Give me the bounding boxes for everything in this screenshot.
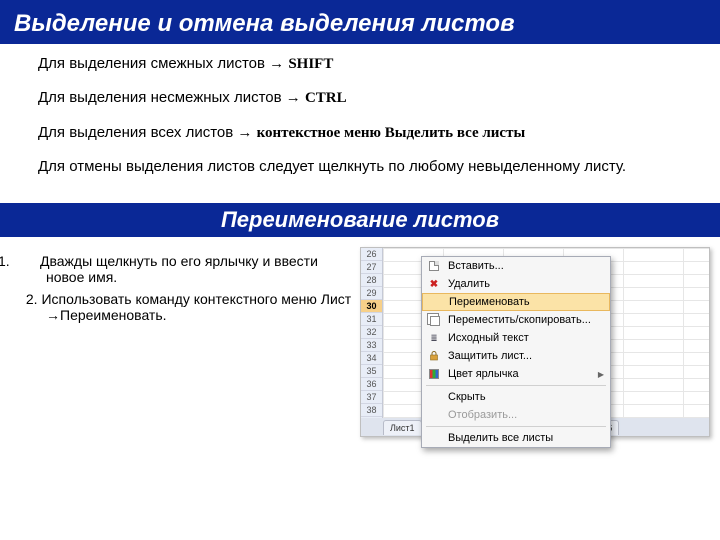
menu-item-label: Удалить bbox=[448, 278, 490, 290]
row-header[interactable]: 38 bbox=[361, 404, 382, 417]
line-all-a: Для выделения всех листов → bbox=[38, 124, 257, 141]
color-icon bbox=[426, 367, 442, 381]
line-ctrl-a: Для выделения несмежных листов → bbox=[38, 89, 305, 106]
line-ctrl: Для выделения несмежных листов → CTRL bbox=[38, 88, 682, 108]
menu-item-label: Выделить все листы bbox=[448, 432, 553, 444]
rename-steps: 1.Дважды щелкнуть по его ярлычку и ввест… bbox=[22, 247, 352, 329]
rename-section: 1.Дважды щелкнуть по его ярлычку и ввест… bbox=[0, 237, 720, 437]
menu-item: Отобразить... bbox=[422, 406, 610, 424]
blank-icon bbox=[426, 431, 442, 445]
menu-separator bbox=[426, 385, 606, 386]
code-icon: ≣ bbox=[426, 331, 442, 345]
line-all: Для выделения всех листов → контекстное … bbox=[38, 123, 682, 143]
menu-separator bbox=[426, 426, 606, 427]
menu-item[interactable]: Выделить все листы bbox=[422, 429, 610, 447]
delete-icon: ✖ bbox=[426, 277, 442, 291]
line-shift-key: SHIFT bbox=[288, 56, 333, 72]
menu-item-label: Скрыть bbox=[448, 391, 486, 403]
menu-item-label: Переименовать bbox=[449, 296, 530, 308]
row-header[interactable]: 34 bbox=[361, 352, 382, 365]
blank-icon bbox=[426, 408, 442, 422]
line-unselect: Для отмены выделения листов следует щелк… bbox=[38, 157, 682, 177]
menu-item-label: Защитить лист... bbox=[448, 350, 532, 362]
row-header[interactable]: 27 bbox=[361, 261, 382, 274]
step-1-text: Дважды щелкнуть по его ярлычку и ввести … bbox=[40, 253, 318, 285]
row-header[interactable]: 37 bbox=[361, 391, 382, 404]
row-header[interactable]: 30 bbox=[361, 300, 382, 313]
submenu-arrow-icon: ▶ bbox=[598, 370, 604, 379]
section-title-rename-text: Переименование листов bbox=[221, 207, 499, 232]
row-header[interactable]: 31 bbox=[361, 313, 382, 326]
line-shift-a: Для выделения смежных листов → bbox=[38, 55, 288, 72]
menu-item[interactable]: Защитить лист... bbox=[422, 347, 610, 365]
section-title-rename: Переименование листов bbox=[0, 203, 720, 237]
step-2: 2. Использовать команду контекстного мен… bbox=[22, 291, 352, 323]
menu-item[interactable]: ≣ Исходный текст bbox=[422, 329, 610, 347]
menu-item[interactable]: Переместить/скопировать... bbox=[422, 311, 610, 329]
row-header[interactable]: 28 bbox=[361, 274, 382, 287]
menu-item-label: Цвет ярлычка bbox=[448, 368, 519, 380]
step-1: 1.Дважды щелкнуть по его ярлычку и ввест… bbox=[22, 253, 352, 285]
sheet-tab[interactable]: Лист1 bbox=[383, 420, 422, 435]
line-ctrl-key: CTRL bbox=[305, 90, 347, 106]
section-title-selection: Выделение и отмена выделения листов bbox=[0, 4, 720, 44]
selection-content: Для выделения смежных листов → SHIFT Для… bbox=[0, 44, 720, 197]
menu-item[interactable]: ✖ Удалить bbox=[422, 275, 610, 293]
menu-item[interactable]: Цвет ярлычка ▶ bbox=[422, 365, 610, 383]
menu-item-label: Вставить... bbox=[448, 260, 504, 272]
line-shift: Для выделения смежных листов → SHIFT bbox=[38, 54, 682, 74]
blank-icon bbox=[427, 295, 443, 309]
row-header[interactable]: 36 bbox=[361, 378, 382, 391]
step-1-num: 1. bbox=[22, 253, 40, 269]
row-header[interactable]: 32 bbox=[361, 326, 382, 339]
row-headers: 26272829303132333435363738 bbox=[361, 248, 383, 418]
step-2-num: 2. bbox=[26, 291, 38, 307]
lock-icon bbox=[426, 349, 442, 363]
blank-icon bbox=[426, 390, 442, 404]
insert-icon bbox=[426, 259, 442, 273]
excel-screenshot: 26272829303132333435363738 Лист1Лист2Лис… bbox=[360, 247, 710, 437]
copy-icon bbox=[426, 313, 442, 327]
section-title-selection-text: Выделение и отмена выделения листов bbox=[14, 10, 515, 37]
row-header[interactable]: 26 bbox=[361, 248, 382, 261]
row-header[interactable]: 33 bbox=[361, 339, 382, 352]
menu-item[interactable]: Скрыть bbox=[422, 388, 610, 406]
menu-item[interactable]: Вставить... bbox=[422, 257, 610, 275]
row-header[interactable]: 35 bbox=[361, 365, 382, 378]
menu-item-label: Переместить/скопировать... bbox=[448, 314, 591, 326]
menu-item[interactable]: Переименовать bbox=[422, 293, 610, 311]
row-header[interactable]: 29 bbox=[361, 287, 382, 300]
menu-item-label: Отобразить... bbox=[448, 409, 517, 421]
line-all-cmd: контекстное меню Выделить все листы bbox=[257, 125, 526, 141]
context-menu: Вставить... ✖ Удалить Переименовать Перемест… bbox=[421, 256, 611, 448]
menu-item-label: Исходный текст bbox=[448, 332, 529, 344]
step-2-text: Использовать команду контекстного меню Л… bbox=[41, 291, 351, 323]
